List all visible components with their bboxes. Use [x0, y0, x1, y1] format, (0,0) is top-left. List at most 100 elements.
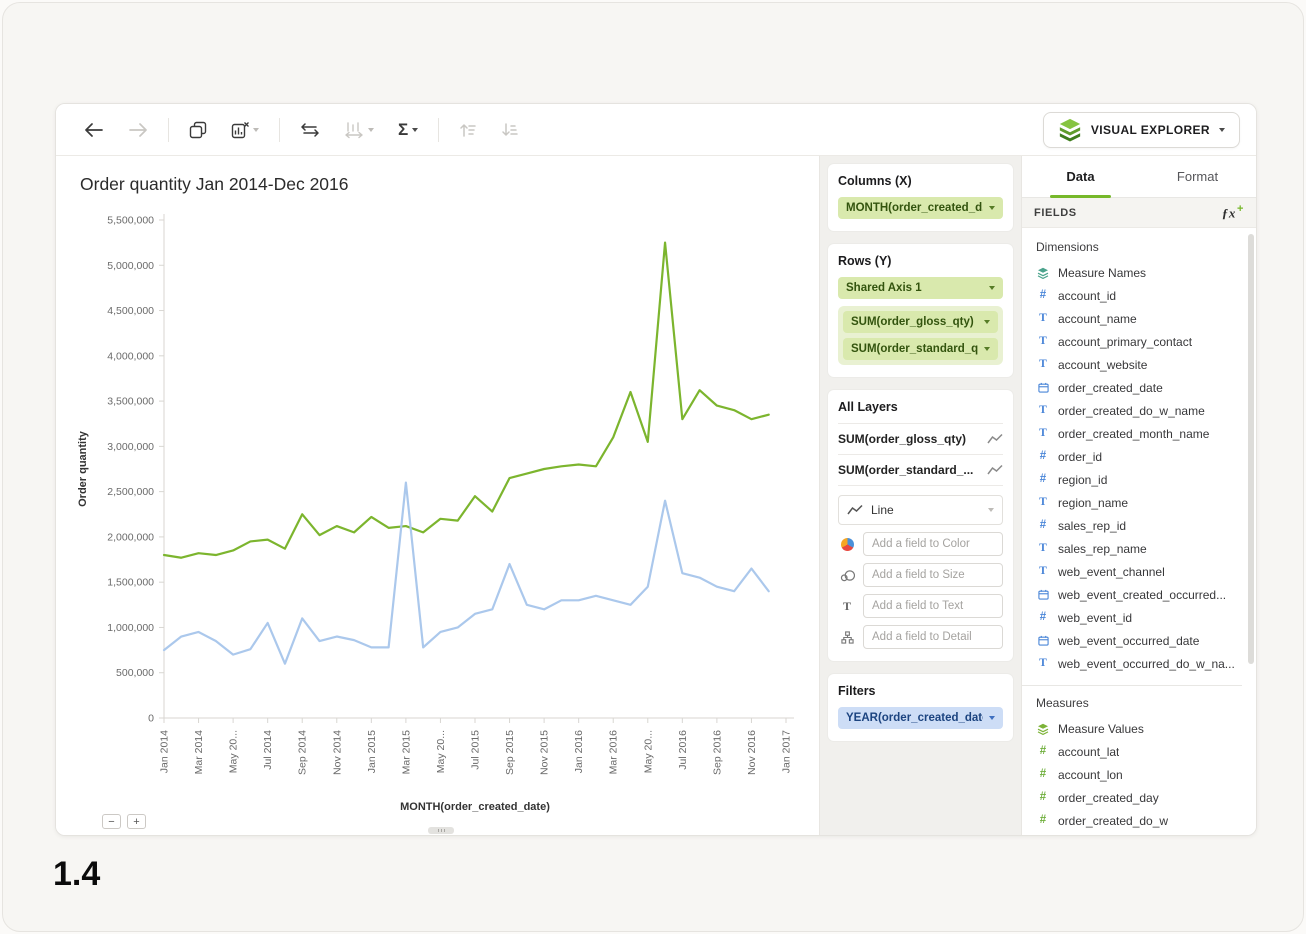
svg-text:Jan 2015: Jan 2015: [366, 730, 378, 773]
encoding-field-input[interactable]: [863, 625, 1003, 649]
field-type-icon: #: [1036, 612, 1050, 624]
layer-row[interactable]: SUM(order_gloss_qty): [838, 424, 1003, 455]
field-item[interactable]: T order_created_do_w_name: [1036, 399, 1242, 422]
field-name: account_lon: [1058, 768, 1123, 782]
field-item[interactable]: T web_event_occurred_do_w_na...: [1036, 652, 1242, 675]
encoding-row: [838, 563, 1003, 587]
svg-text:Jan 2017: Jan 2017: [781, 730, 793, 773]
tab-data[interactable]: Data: [1022, 156, 1139, 197]
svg-text:May 20...: May 20...: [435, 730, 447, 773]
svg-text:Sep 2015: Sep 2015: [504, 730, 516, 775]
field-item[interactable]: T account_name: [1036, 307, 1242, 330]
shared-axis-pill[interactable]: Shared Axis 1: [838, 277, 1003, 299]
field-item[interactable]: web_event_created_occurred...: [1036, 583, 1242, 606]
horizontal-scroll-handle[interactable]: [428, 827, 454, 834]
filter-pill[interactable]: YEAR(order_created_date): [838, 707, 1003, 729]
field-type-icon: T: [1036, 543, 1050, 555]
layer-row[interactable]: SUM(order_standard_...: [838, 455, 1003, 486]
chart-svg[interactable]: 0500,0001,000,0001,500,0002,000,0002,500…: [68, 206, 820, 818]
field-name: account_primary_contact: [1058, 335, 1192, 349]
field-item[interactable]: # account_lon: [1036, 763, 1242, 786]
field-item[interactable]: # sales_rep_id: [1036, 514, 1242, 537]
sort-descending-icon: [501, 122, 519, 138]
field-pill-label: MONTH(order_created_d...: [846, 202, 983, 214]
encoding-list: T: [838, 532, 1003, 649]
field-item[interactable]: T sales_rep_name: [1036, 537, 1242, 560]
field-item[interactable]: T account_primary_contact: [1036, 330, 1242, 353]
back-icon: [84, 122, 104, 138]
field-type-icon: #: [1036, 451, 1050, 463]
mark-type-select[interactable]: Line: [838, 495, 1003, 525]
field-item[interactable]: T region_name: [1036, 491, 1242, 514]
duplicate-chart-icon: [189, 121, 207, 139]
add-calculated-field-button[interactable]: ƒx+: [1222, 203, 1244, 221]
zoom-in-button[interactable]: +: [127, 814, 146, 829]
fields-header: FIELDS ƒx+: [1022, 198, 1256, 228]
svg-text:Nov 2015: Nov 2015: [539, 730, 551, 775]
back-button[interactable]: [78, 118, 110, 142]
line-chart-icon: [987, 464, 1003, 476]
encoding-icon: T: [838, 600, 856, 612]
fit-axes-button[interactable]: [338, 117, 380, 143]
rows-pill-group: SUM(order_gloss_qty) SUM(order_standard_…: [838, 306, 1003, 365]
svg-text:5,500,000: 5,500,000: [107, 215, 154, 227]
field-item[interactable]: Measure Names: [1036, 261, 1242, 284]
svg-text:Mar 2014: Mar 2014: [193, 730, 205, 775]
field-pill[interactable]: MONTH(order_created_d...: [838, 197, 1003, 219]
svg-text:MONTH(order_created_date): MONTH(order_created_date): [400, 801, 550, 813]
aggregate-button[interactable]: Σ: [392, 117, 424, 142]
svg-text:500,000: 500,000: [116, 667, 154, 679]
field-pill[interactable]: SUM(order_gloss_qty): [843, 311, 998, 333]
sort-ascending-button[interactable]: [453, 118, 483, 142]
chart-title: Order quantity Jan 2014-Dec 2016: [80, 174, 349, 195]
visual-explorer-menu-button[interactable]: VISUAL EXPLORER: [1043, 112, 1240, 148]
visual-explorer-window: Σ VISUAL EXPLORER Order quantity Jan 201…: [55, 103, 1257, 836]
forward-button[interactable]: [122, 118, 154, 142]
field-item[interactable]: # region_id: [1036, 468, 1242, 491]
field-type-icon: #: [1036, 746, 1050, 758]
field-item[interactable]: # order_created_do_w: [1036, 809, 1242, 832]
duplicate-chart-button[interactable]: [183, 117, 213, 143]
field-item[interactable]: # web_event_id: [1036, 606, 1242, 629]
filters-pill-list: YEAR(order_created_date): [838, 707, 1003, 729]
swap-axes-button[interactable]: [294, 117, 326, 143]
zoom-out-button[interactable]: −: [102, 814, 121, 829]
clear-chart-button[interactable]: [225, 117, 265, 143]
line-chart-icon: [987, 433, 1003, 445]
filter-pill-label: YEAR(order_created_date): [846, 712, 983, 724]
sort-descending-button[interactable]: [495, 118, 525, 142]
encoding-field-input[interactable]: [863, 563, 1003, 587]
field-item[interactable]: T account_website: [1036, 353, 1242, 376]
field-item[interactable]: web_event_occurred_date: [1036, 629, 1242, 652]
field-name: account_id: [1058, 289, 1116, 303]
field-item[interactable]: # account_lat: [1036, 740, 1242, 763]
field-item[interactable]: T web_event_channel: [1036, 560, 1242, 583]
columns-pill-list: MONTH(order_created_d...: [838, 197, 1003, 219]
measures-list: Measure Values # account_lat # account_l…: [1036, 717, 1242, 835]
field-item[interactable]: order_created_date: [1036, 376, 1242, 399]
field-item[interactable]: # order_created_day: [1036, 786, 1242, 809]
encoding-field-input[interactable]: [863, 594, 1003, 618]
chevron-down-icon: [1219, 128, 1225, 132]
fields-tabs: Data Format: [1022, 156, 1256, 198]
field-item[interactable]: Measure Values: [1036, 717, 1242, 740]
field-pill[interactable]: SUM(order_standard_qty): [843, 338, 998, 360]
tab-format[interactable]: Format: [1139, 156, 1256, 197]
main-content: Order quantity Jan 2014-Dec 2016 0500,00…: [56, 156, 1256, 835]
chart-area: Order quantity Jan 2014-Dec 2016 0500,00…: [56, 156, 819, 835]
shared-axis-pill-label: Shared Axis 1: [846, 282, 922, 294]
field-type-icon: #: [1036, 520, 1050, 532]
shelves-panel: Columns (X) MONTH(order_created_d... Row…: [819, 156, 1021, 835]
field-item[interactable]: # account_id: [1036, 284, 1242, 307]
clear-chart-icon: [231, 121, 249, 139]
field-item[interactable]: # order_created_month: [1036, 832, 1242, 835]
field-name: order_created_do_w_name: [1058, 404, 1205, 418]
svg-text:Order quantity: Order quantity: [77, 430, 89, 507]
field-item[interactable]: # order_id: [1036, 445, 1242, 468]
svg-text:Nov 2014: Nov 2014: [331, 730, 343, 775]
fields-scrollbar[interactable]: [1248, 234, 1254, 664]
field-item[interactable]: T order_created_month_name: [1036, 422, 1242, 445]
encoding-icon: [838, 538, 856, 551]
field-type-icon: [1036, 723, 1050, 735]
encoding-field-input[interactable]: [863, 532, 1003, 556]
